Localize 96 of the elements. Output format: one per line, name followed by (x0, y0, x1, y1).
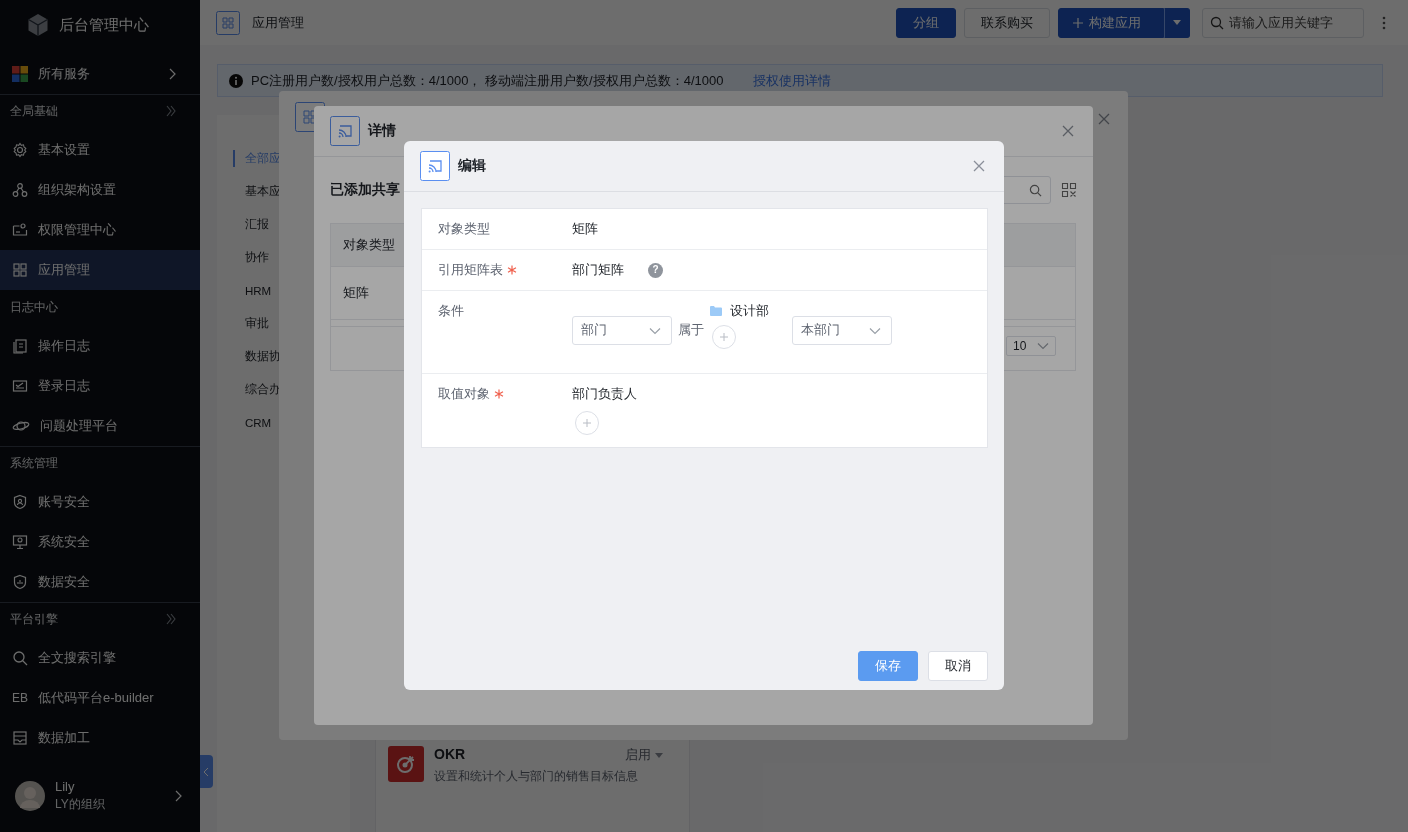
select-field[interactable]: 部门 (572, 316, 672, 345)
dropdown-button[interactable] (1164, 7, 1190, 38)
operator-text: 属于 (678, 322, 704, 339)
gear-icon (12, 142, 28, 158)
field-label: 条件 (438, 303, 464, 320)
cancel-button[interactable]: 取消 (928, 651, 988, 681)
double-chevron-icon[interactable] (166, 613, 176, 625)
field-label: 对象类型 (438, 221, 490, 237)
caret-icon (1173, 20, 1181, 25)
license-link[interactable]: 授权使用详情 (753, 71, 832, 90)
plus-icon (1073, 17, 1083, 28)
close-icon[interactable] (1098, 113, 1110, 125)
monitor-icon (12, 534, 28, 550)
sidebar-item[interactable]: 问题处理平台 (0, 406, 200, 446)
search-icon (1029, 183, 1042, 197)
field-label: 取值对象 (438, 386, 490, 403)
id-card-icon (12, 222, 28, 238)
category-tab[interactable]: 协作 (217, 241, 269, 274)
sidebar-item[interactable]: 操作日志 (0, 326, 200, 366)
category-tab[interactable]: 数据协 (217, 340, 281, 373)
sidebar-item[interactable]: 数据加工 (0, 718, 200, 758)
sidebar-item[interactable]: 全文搜索引擎 (0, 638, 200, 678)
sidebar-item[interactable]: 数据安全 (0, 562, 200, 602)
close-icon[interactable] (973, 160, 985, 172)
search-icon (12, 650, 28, 666)
shield-icon (12, 574, 28, 590)
app-title: 后台管理中心 (59, 15, 149, 35)
user-name: Lily (55, 779, 76, 794)
avatar[interactable] (15, 781, 45, 811)
category-tab[interactable]: 审批 (217, 307, 269, 340)
dialog-title: 编辑 (458, 157, 487, 175)
department-tag: 设计部 (730, 303, 769, 319)
grid-icon (12, 262, 28, 278)
save-button[interactable]: 保存 (858, 651, 918, 681)
search-field[interactable]: 请输入应用关键字 (1202, 7, 1364, 38)
sidebar-item[interactable]: 应用管理 (0, 250, 200, 290)
nodes-icon (12, 182, 28, 198)
category-tab[interactable]: 基本应 (217, 175, 281, 208)
chevron-down-icon (869, 326, 881, 335)
category-tab[interactable]: 汇报 (217, 208, 269, 241)
cube-icon (27, 13, 49, 37)
dialog-title: 详情 (368, 122, 397, 140)
group-label: 平台引擎 (10, 611, 58, 628)
caret-icon (655, 752, 663, 758)
eb-icon: EB (12, 691, 28, 705)
cast-icon (420, 151, 450, 181)
chevron-down-icon (649, 326, 661, 335)
organization-name: LY的组织 (55, 796, 106, 813)
sidebar-item[interactable]: 组织架构设置 (0, 170, 200, 210)
shield-icon (12, 494, 28, 510)
sidebar-item[interactable]: 登录日志 (0, 366, 200, 406)
build-app-button[interactable]: 构建应用 (1058, 7, 1164, 38)
select-field[interactable]: 本部门 (792, 316, 892, 345)
layout-icon[interactable] (1061, 182, 1077, 198)
target-icon (388, 746, 424, 782)
document-icon (12, 338, 28, 354)
notice-text: PC注册用户数/授权用户总数：4/1000， 移动端注册用户数/授权用户总数：4/1000 (251, 71, 724, 90)
grid-icon (216, 10, 240, 35)
chevron-right-icon[interactable] (175, 790, 182, 802)
contact-button[interactable]: 联系购买 (964, 7, 1050, 38)
planet-icon (12, 418, 30, 434)
cast-icon (330, 116, 360, 146)
group-label: 系统管理 (10, 455, 58, 472)
double-chevron-icon[interactable] (166, 105, 176, 117)
group-label: 日志中心 (10, 299, 58, 316)
group-button[interactable]: 分组 (896, 7, 956, 38)
folder-icon (710, 306, 722, 316)
sidebar-item[interactable]: 系统安全 (0, 522, 200, 562)
app-description: 设置和统计个人与部门的销售目标信息 (434, 768, 639, 785)
all-services-menu[interactable]: 所有服务 (0, 54, 200, 94)
category-tab[interactable]: HRM (217, 274, 272, 307)
card-icon (12, 378, 28, 394)
info-icon (229, 73, 243, 88)
section-title: 已添加共享 (330, 181, 401, 199)
category-tab[interactable]: CRM (217, 406, 272, 439)
windows-tiles-icon (12, 66, 28, 82)
search-icon (1210, 15, 1224, 30)
table-icon (12, 730, 28, 746)
chevron-right-icon (169, 68, 176, 80)
sidebar-item[interactable]: 账号安全 (0, 482, 200, 522)
field-value: 矩阵 (572, 221, 598, 237)
status-dropdown[interactable]: 启用 (625, 746, 663, 764)
category-tab[interactable]: 全部应 (217, 142, 281, 175)
more-icon[interactable] (1382, 15, 1386, 30)
chevron-down-icon (1037, 341, 1049, 350)
group-label: 全局基础 (10, 103, 58, 120)
sidebar-item[interactable]: 权限管理中心 (0, 210, 200, 250)
help-icon[interactable]: ? (648, 262, 663, 278)
collapse-handle[interactable] (200, 755, 213, 788)
sidebar-item[interactable]: EB 低代码平台e-builder (0, 678, 200, 718)
page-title: 应用管理 (252, 13, 305, 32)
field-value: 部门负责人 (572, 386, 637, 403)
app-name: OKR (434, 746, 467, 764)
sidebar-item[interactable]: 基本设置 (0, 130, 200, 170)
close-icon[interactable] (1062, 125, 1074, 137)
page-size-select[interactable]: 10 (1006, 335, 1056, 356)
